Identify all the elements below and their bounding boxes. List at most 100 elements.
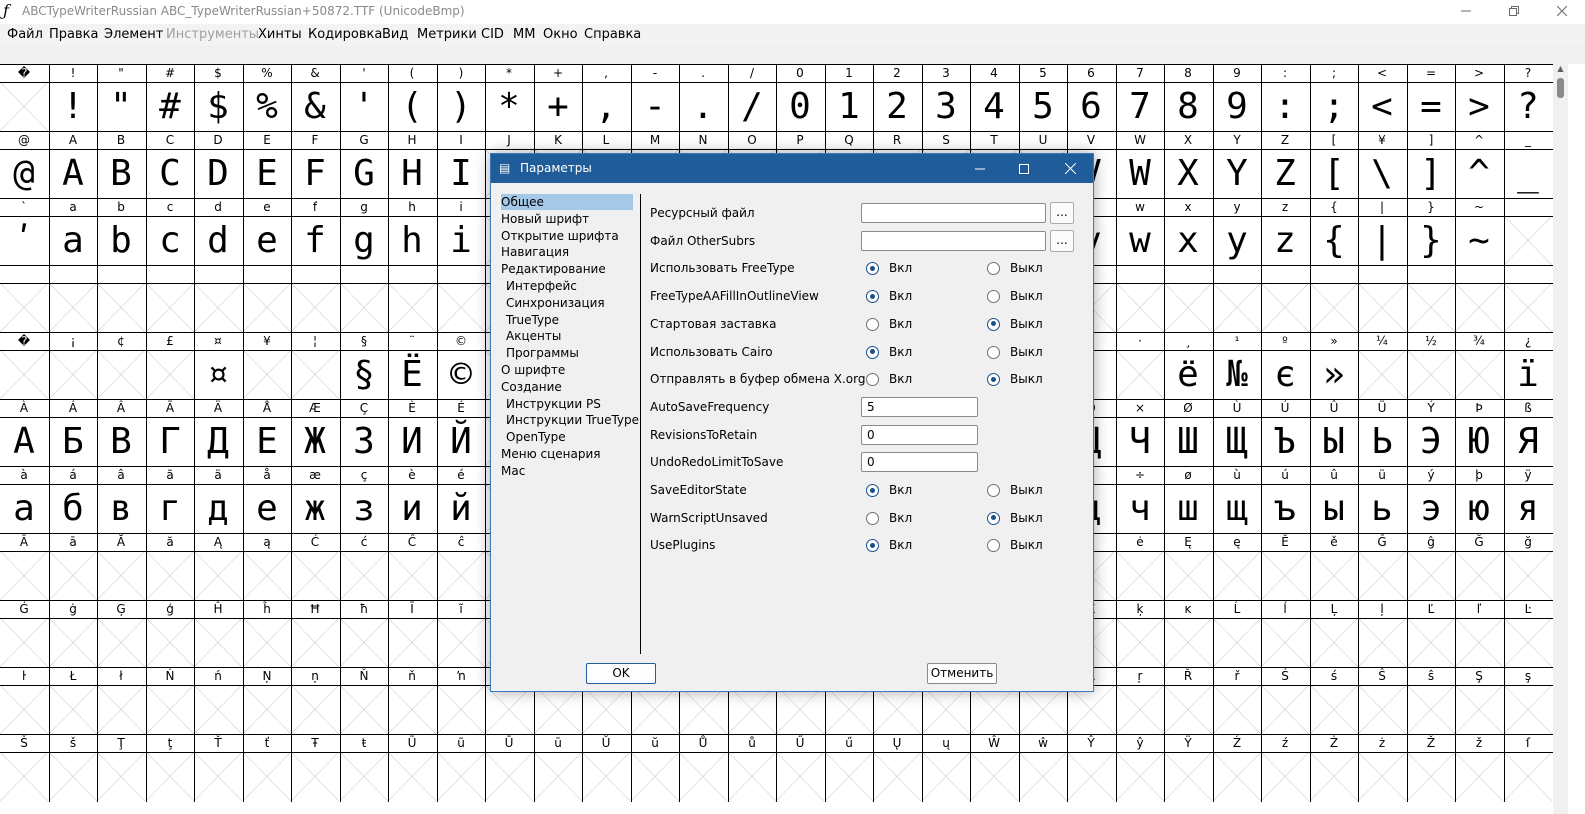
nav-item[interactable]: Инструкции PS	[506, 396, 601, 412]
glyph-cell[interactable]: X	[1164, 149, 1212, 198]
glyph-cell[interactable]: D	[194, 149, 242, 198]
glyph-cell[interactable]	[0, 350, 48, 399]
glyph-cell[interactable]	[388, 618, 436, 667]
glyph-cell[interactable]	[49, 618, 97, 667]
menu-2[interactable]: Элемент	[104, 27, 163, 42]
glyph-cell[interactable]	[49, 685, 97, 734]
glyph-cell[interactable]	[340, 283, 388, 332]
glyph-cell[interactable]: ё	[1164, 350, 1212, 399]
glyph-cell[interactable]	[1358, 350, 1406, 399]
glyph-cell[interactable]	[146, 752, 194, 801]
scroll-up-icon[interactable]: ▲	[1553, 64, 1568, 78]
glyph-cell[interactable]: -	[631, 82, 679, 131]
glyph-cell[interactable]	[1213, 551, 1261, 600]
glyph-cell[interactable]	[0, 551, 48, 600]
glyph-cell[interactable]	[1407, 618, 1455, 667]
glyph-cell[interactable]	[485, 752, 533, 801]
glyph-cell[interactable]	[1019, 752, 1067, 801]
glyph-cell[interactable]: !	[49, 82, 97, 131]
glyph-cell[interactable]	[1261, 685, 1309, 734]
glyph-cell[interactable]: 3	[922, 82, 970, 131]
glyph-cell[interactable]	[1164, 551, 1212, 600]
glyph-cell[interactable]: §	[340, 350, 388, 399]
glyph-cell[interactable]	[1455, 551, 1503, 600]
glyph-cell[interactable]	[922, 752, 970, 801]
dialog-maximize-icon[interactable]	[1002, 154, 1046, 183]
glyph-cell[interactable]: ,	[582, 82, 630, 131]
glyph-cell[interactable]	[49, 283, 97, 332]
glyph-cell[interactable]	[1310, 752, 1358, 801]
glyph-cell[interactable]: г	[146, 484, 194, 533]
glyph-cell[interactable]	[1358, 283, 1406, 332]
radio-off[interactable]	[987, 511, 1000, 525]
glyph-cell[interactable]	[1504, 283, 1552, 332]
glyph-cell[interactable]: =	[1407, 82, 1455, 131]
glyph-cell[interactable]	[1261, 618, 1309, 667]
glyph-cell[interactable]: ь	[1358, 484, 1406, 533]
glyph-cell[interactable]: _	[1504, 149, 1552, 198]
glyph-cell[interactable]	[291, 752, 339, 801]
nav-item[interactable]: Синхронизация	[506, 295, 605, 311]
glyph-cell[interactable]	[1407, 685, 1455, 734]
glyph-cell[interactable]: B	[97, 149, 145, 198]
glyph-cell[interactable]	[728, 685, 776, 734]
glyph-cell[interactable]	[291, 551, 339, 600]
glyph-cell[interactable]	[97, 551, 145, 600]
glyph-cell[interactable]	[194, 618, 242, 667]
glyph-cell[interactable]	[291, 618, 339, 667]
glyph-cell[interactable]	[1067, 685, 1115, 734]
glyph-cell[interactable]: H	[388, 149, 436, 198]
glyph-cell[interactable]: 6	[1067, 82, 1115, 131]
glyph-cell[interactable]: Y	[1213, 149, 1261, 198]
glyph-cell[interactable]	[776, 685, 824, 734]
glyph-cell[interactable]	[1213, 685, 1261, 734]
glyph-cell[interactable]	[1310, 283, 1358, 332]
nav-item[interactable]: Навигация	[501, 244, 569, 260]
glyph-cell[interactable]	[1455, 685, 1503, 734]
glyph-cell[interactable]: d	[194, 216, 242, 265]
glyph-cell[interactable]: w	[1116, 216, 1164, 265]
glyph-cell[interactable]	[582, 685, 630, 734]
glyph-cell[interactable]: c	[146, 216, 194, 265]
menu-10[interactable]: Окно	[543, 27, 578, 42]
radio-off[interactable]	[987, 290, 1000, 304]
glyph-cell[interactable]: ]	[1407, 149, 1455, 198]
glyph-cell[interactable]	[291, 283, 339, 332]
radio-on[interactable]	[866, 484, 879, 497]
glyph-cell[interactable]: ;	[1310, 82, 1358, 131]
glyph-cell[interactable]	[873, 685, 921, 734]
scroll-thumb[interactable]	[1557, 78, 1564, 98]
glyph-cell[interactable]: .	[679, 82, 727, 131]
glyph-cell[interactable]: э	[1407, 484, 1455, 533]
glyph-cell[interactable]: ю	[1455, 484, 1503, 533]
glyph-cell[interactable]	[970, 685, 1018, 734]
glyph-cell[interactable]	[1164, 685, 1212, 734]
file-path-input[interactable]	[861, 230, 1046, 251]
glyph-cell[interactable]	[1455, 752, 1503, 801]
glyph-cell[interactable]: 2	[873, 82, 921, 131]
glyph-cell[interactable]	[1504, 618, 1552, 667]
menu-7[interactable]: Метрики	[417, 27, 477, 42]
glyph-cell[interactable]: *	[485, 82, 533, 131]
glyph-cell[interactable]: »	[1310, 350, 1358, 399]
glyph-cell[interactable]: ч	[1116, 484, 1164, 533]
glyph-cell[interactable]: Е	[243, 417, 291, 466]
glyph-cell[interactable]: $	[194, 82, 242, 131]
browse-button[interactable]: ...	[1050, 202, 1074, 224]
glyph-cell[interactable]: 8	[1164, 82, 1212, 131]
glyph-cell[interactable]: a	[49, 216, 97, 265]
menu-0[interactable]: Файл	[7, 27, 43, 42]
glyph-cell[interactable]: ?	[1504, 82, 1552, 131]
glyph-cell[interactable]	[1407, 350, 1455, 399]
glyph-cell[interactable]: Ы	[1310, 417, 1358, 466]
glyph-cell[interactable]: [	[1310, 149, 1358, 198]
glyph-cell[interactable]	[243, 551, 291, 600]
glyph-cell[interactable]	[1164, 752, 1212, 801]
glyph-cell[interactable]	[291, 685, 339, 734]
glyph-cell[interactable]: <	[1358, 82, 1406, 131]
radio-on[interactable]	[866, 373, 879, 387]
radio-off[interactable]	[987, 539, 1000, 553]
glyph-cell[interactable]: ш	[1164, 484, 1212, 533]
glyph-cell[interactable]	[437, 283, 485, 332]
radio-off[interactable]	[987, 317, 1000, 331]
